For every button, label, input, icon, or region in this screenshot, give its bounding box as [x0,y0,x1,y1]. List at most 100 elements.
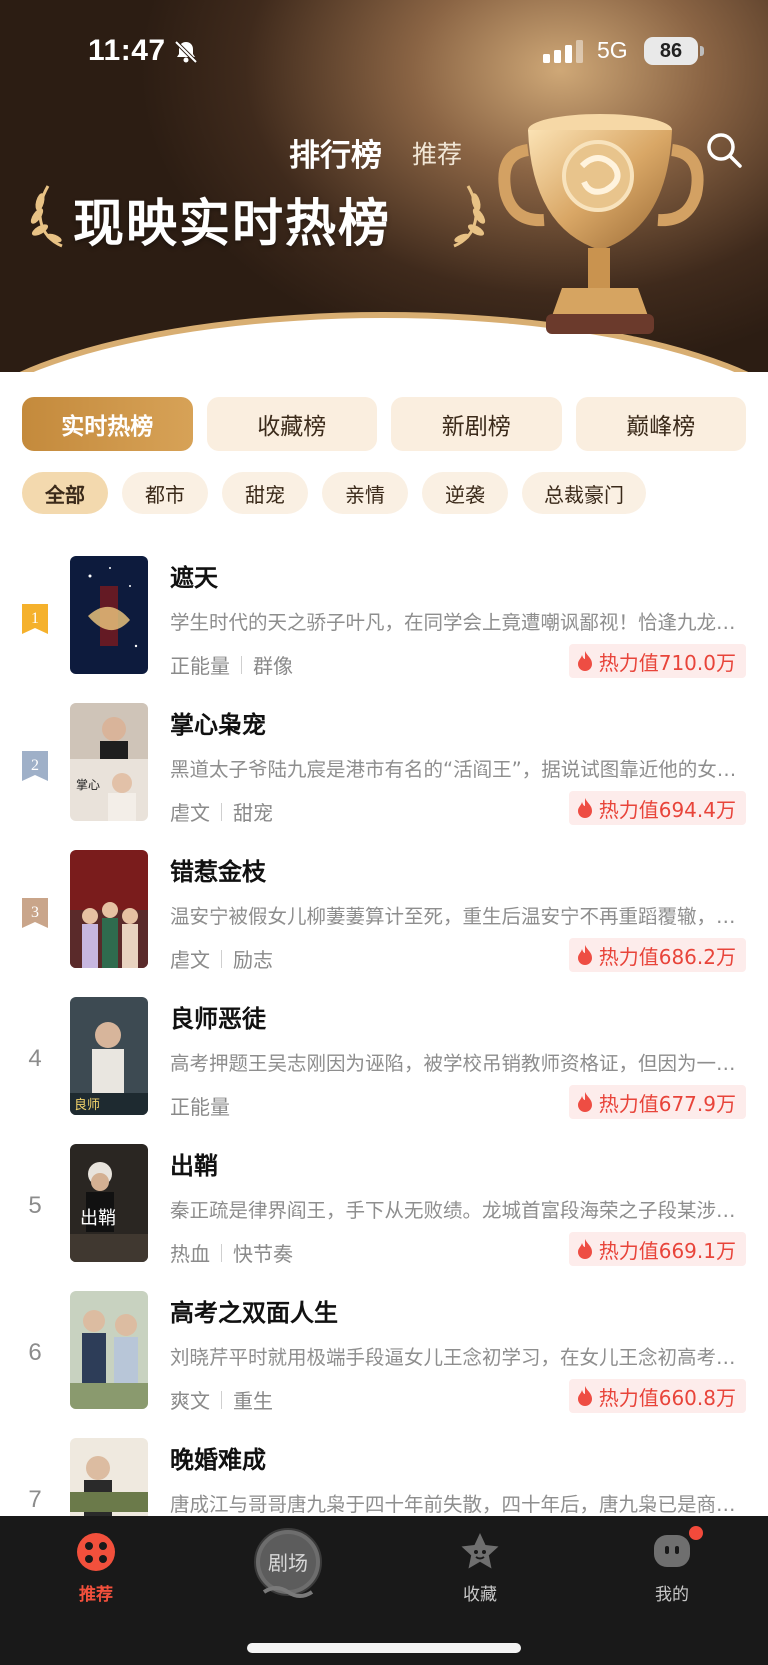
poster-image[interactable]: 掌心 [70,703,148,821]
chip-all[interactable]: 全部 [22,472,108,514]
rank-number: 6 [28,1339,42,1366]
tag-divider [241,655,242,674]
drama-description: 秦正疏是律界阎王，手下从无败绩。龙城首富段海荣之子段某涉嫌一桩命案 [170,1199,746,1222]
theater-label: 剧场 [268,1551,308,1575]
heat-value-badge: 热力值677.9万 [568,1085,746,1119]
heat-value: 热力值660.8万 [598,1385,736,1410]
laurel-left-icon [30,185,63,248]
drama-description: 黑道太子爷陆九宸是港市有名的“活阎王”，据说试图靠近他的女人都没有好下场 [170,758,746,781]
rank-number: 3 [31,904,39,921]
battery-indicator: 86 [644,37,704,65]
status-time: 11:47 [88,34,166,67]
nav-label: 收藏 [463,1585,497,1605]
heat-value: 热力值694.4万 [598,797,736,822]
drama-title[interactable]: 遮天 [170,558,218,593]
list-item[interactable]: 6 高考之双面人生 刘晓芹平时就用极端手段逼女儿王念初学习，在女儿王念初高考前夕… [0,1291,768,1413]
nav-recommend[interactable]: 推荐 [36,1530,156,1605]
drama-tags: 热血 快节奏 [170,1238,293,1267]
poster-image[interactable] [70,556,148,674]
tab-realtime-hot[interactable]: 实时热榜 [22,397,193,451]
list-item[interactable]: 4 良师 良师恶徒 高考押题王吴志刚因为诬陷，被学校吊销教师资格证，但因为一次意… [0,997,768,1120]
trophy-icon [498,114,704,334]
tag-divider [221,1243,222,1262]
flame-icon [577,1239,592,1259]
drama-tags: 正能量 [170,1091,230,1120]
flame-icon [577,651,592,671]
chip-ceo[interactable]: 总裁豪门 [522,472,646,514]
chip-comeback[interactable]: 逆袭 [422,472,508,514]
heat-value-badge: 热力值669.1万 [568,1232,746,1266]
notification-dot [689,1526,703,1540]
tab-favorites[interactable]: 收藏榜 [206,397,377,451]
drama-tags: 正能量 群像 [170,650,293,679]
drama-description: 温安宁被假女儿柳萋萋算计至死，重生后温安宁不再重蹈覆辙，誓要夺回属于自己的一切 [170,905,746,928]
home-indicator[interactable] [247,1643,521,1653]
heat-value: 热力值677.9万 [598,1091,736,1116]
poster-text: 掌心 [76,778,100,792]
theater-icon[interactable]: 剧场 [252,1528,324,1600]
heat-value: 热力值669.1万 [598,1238,736,1263]
drama-title[interactable]: 晚婚难成 [170,1440,266,1475]
flame-icon [577,1386,592,1406]
poster-image[interactable] [70,850,148,968]
drama-title[interactable]: 良师恶徒 [170,999,266,1034]
tab-new-drama[interactable]: 新剧榜 [391,397,562,451]
chip-sweet[interactable]: 甜宠 [222,472,308,514]
rank-number: 2 [31,757,39,774]
drama-tags: 虐文 甜宠 [170,797,273,826]
drama-title[interactable]: 错惹金枝 [170,852,266,887]
category-chips: 全部 都市 甜宠 亲情 逆袭 总裁豪门 [22,472,646,516]
nav-profile[interactable]: 我的 [612,1530,732,1605]
drama-title[interactable]: 高考之双面人生 [170,1293,338,1328]
network-label: 5G [597,37,628,63]
tag: 虐文 [170,801,210,825]
rank-number: 7 [28,1486,42,1513]
tag: 正能量 [170,654,230,678]
tag: 爽文 [170,1389,210,1413]
drama-description: 高考押题王吴志刚因为诬陷，被学校吊销教师资格证，但因为一次意外他重新站上讲台 [170,1052,746,1075]
rank-badge-gold-icon: 1 [22,604,48,634]
nav-label: 推荐 [79,1585,113,1605]
tab-recommend[interactable]: 推荐 [412,135,462,171]
heat-value: 热力值686.2万 [598,944,736,969]
banner-title: 现映实时热榜 [73,195,392,254]
drama-description: 刘晓芹平时就用极端手段逼女儿王念初学习，在女儿王念初高考前夕发生了意外 [170,1346,746,1369]
recommend-icon [77,1533,115,1571]
tag: 虐文 [170,948,210,972]
heat-value-badge: 热力值710.0万 [568,644,746,678]
poster-image[interactable] [70,1291,148,1409]
header-banner: 11:47 5G 86 排行榜 推荐 现映实时热榜 [0,0,768,372]
poster-text: 出鞘 [80,1208,116,1229]
profile-icon [654,1535,690,1567]
tag-divider [221,1390,222,1409]
flame-icon [577,798,592,818]
nav-label: 我的 [655,1585,689,1605]
list-item[interactable]: 2 掌心 掌心枭宠 黑道太子爷陆九宸是港市有名的“活阎王”，据说试图靠近他的女人… [0,703,768,826]
list-item[interactable]: 1 遮天 学生时代的天之骄子叶凡，在同学会上竟遭嘲讽鄙视！恰逢九龙拉棺降临，叶凡… [0,556,768,679]
nav-favorites[interactable]: 收藏 [420,1530,540,1605]
heat-value-badge: 热力值694.4万 [568,791,746,825]
chip-urban[interactable]: 都市 [122,472,208,514]
tag-divider [221,802,222,821]
poster-image[interactable]: 良师 [70,997,148,1115]
tag: 正能量 [170,1095,230,1119]
list-item[interactable]: 5 出鞘 出鞘 秦正疏是律界阎王，手下从无败绩。龙城首富段海荣之子段某涉嫌一桩命… [0,1144,768,1267]
tab-peak[interactable]: 巅峰榜 [575,397,746,451]
tag-divider [221,949,222,968]
poster-image[interactable]: 出鞘 [70,1144,148,1262]
tag: 甜宠 [233,801,273,825]
drama-tags: 虐文 励志 [170,944,273,973]
drama-title[interactable]: 出鞘 [170,1146,218,1181]
rank-badge-silver-icon: 2 [22,751,48,781]
list-item[interactable]: 3 错惹金枝 温安宁被假女儿柳萋萋算计至死，重生后温安宁不再重蹈覆辙，誓要夺回属… [0,850,768,973]
tab-ranking[interactable]: 排行榜 [289,130,382,175]
chip-family[interactable]: 亲情 [322,472,408,514]
tag: 群像 [253,654,293,678]
drama-description: 学生时代的天之骄子叶凡，在同学会上竟遭嘲讽鄙视！恰逢九龙拉棺降临，叶凡的人生彻底… [170,611,746,634]
laurel-right-icon [453,185,486,248]
tag: 励志 [233,948,273,972]
bell-off-icon [174,40,198,64]
flame-icon [577,1092,592,1112]
drama-title[interactable]: 掌心枭宠 [170,705,266,740]
tag: 快节奏 [233,1242,293,1266]
